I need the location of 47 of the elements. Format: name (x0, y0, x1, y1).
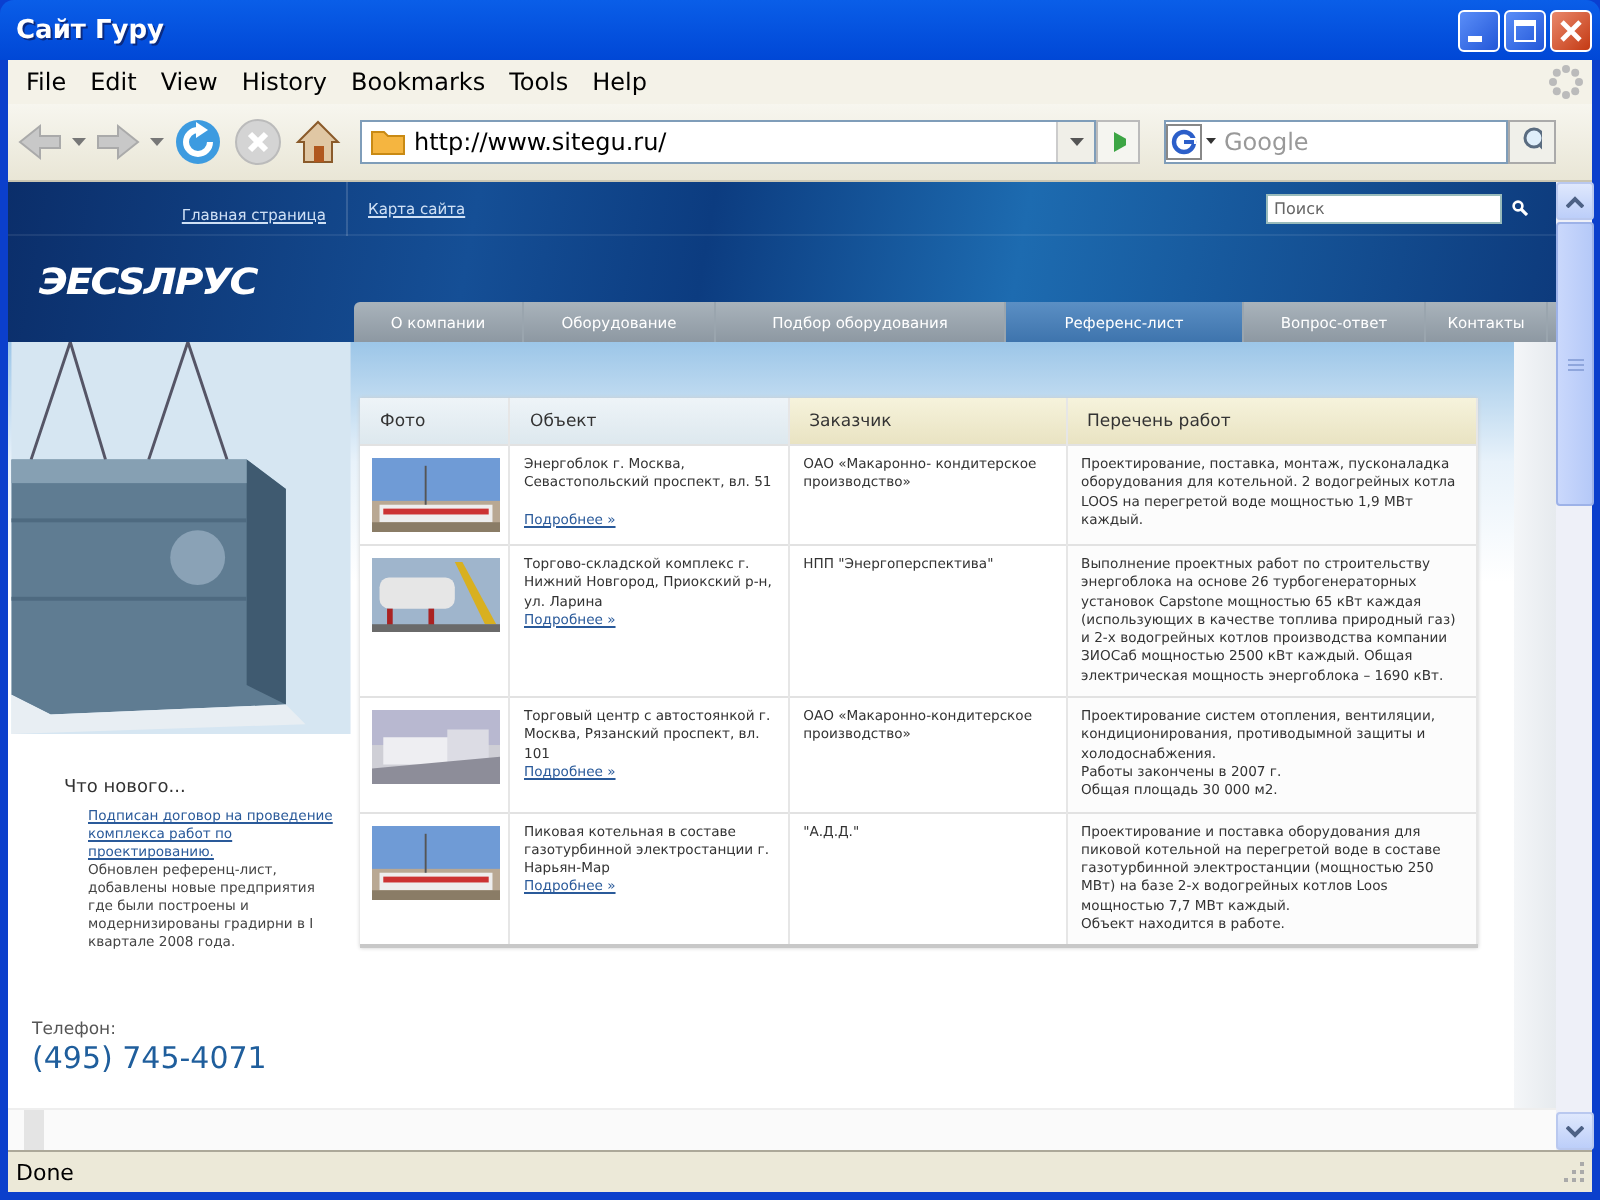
resize-grip-icon (1562, 1160, 1586, 1184)
menu-item[interactable]: History (231, 68, 342, 96)
site-search-field[interactable]: Поиск (1266, 193, 1502, 223)
reload-icon (172, 116, 224, 168)
menu-item[interactable]: File (16, 68, 81, 96)
home-icon (292, 116, 344, 168)
forward-icon (94, 120, 142, 164)
vertical-scrollbar[interactable] (1556, 182, 1592, 1150)
dropdown-caret-icon (72, 138, 86, 146)
menu-item[interactable]: View (150, 68, 232, 96)
phone-number: (495) 745-4071 (32, 1040, 269, 1076)
menu-item[interactable]: Tools (499, 68, 583, 96)
column-header: Фото (360, 398, 509, 445)
dropdown-caret-icon (150, 138, 164, 146)
status-text: Done (16, 1159, 74, 1185)
phone-label: Телефон: (32, 1020, 118, 1040)
menu-item[interactable]: Edit (80, 68, 151, 96)
window-title: Сайт Гуру (16, 15, 167, 45)
minimize-button[interactable] (1458, 9, 1500, 51)
go-button[interactable] (1096, 120, 1140, 164)
search-button[interactable] (1508, 120, 1556, 164)
minimize-icon (1468, 35, 1482, 41)
address-field[interactable]: http://www.sitegu.ru/ (360, 120, 1096, 164)
scroll-down-icon (1566, 1125, 1584, 1137)
logo[interactable]: ЭЕСЅЛРУС (8, 236, 389, 304)
maximize-button[interactable] (1504, 9, 1546, 51)
grip-icon (1567, 357, 1583, 371)
menu-item[interactable]: Bookmarks (341, 68, 500, 96)
folder-icon (370, 128, 406, 156)
scroll-thumb[interactable] (24, 1110, 44, 1150)
horizontal-scrollbar[interactable] (8, 1108, 1556, 1150)
column-header: Объект (509, 398, 789, 445)
stop-icon (232, 116, 284, 168)
go-arrow-icon (1110, 130, 1126, 154)
back-icon (16, 120, 64, 164)
maximize-icon (1512, 17, 1538, 43)
dropdown-caret-icon (1069, 138, 1083, 146)
throbber-icon (1548, 64, 1584, 100)
menu-item[interactable]: Help (582, 68, 661, 96)
scroll-up-icon (1566, 195, 1584, 207)
close-icon (1558, 17, 1584, 43)
search-icon (1512, 200, 1528, 216)
news-heading: Что нового... (64, 778, 188, 798)
close-button[interactable] (1550, 9, 1592, 51)
google-engine-icon (1166, 124, 1218, 160)
column-header: Заказчик (788, 398, 1067, 445)
column-header: Перечень работ (1066, 398, 1477, 445)
